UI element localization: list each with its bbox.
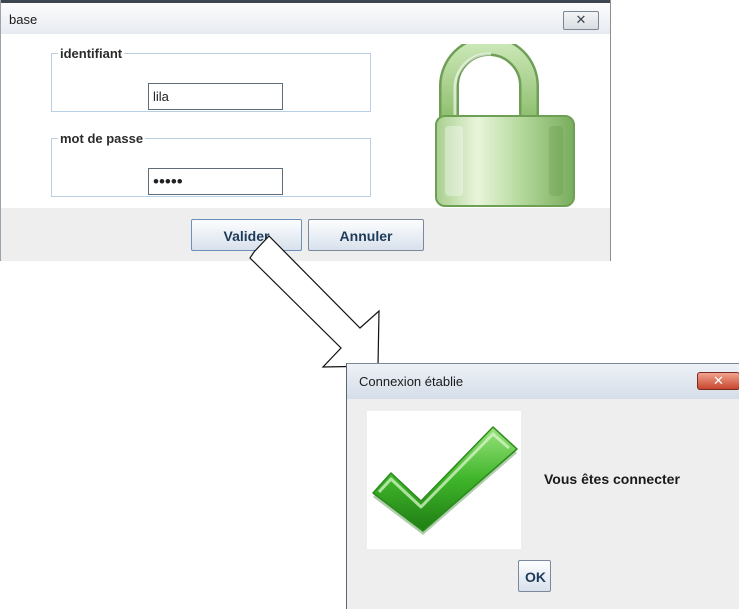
password-input[interactable] [148, 168, 283, 195]
ok-button[interactable]: OK [518, 560, 551, 592]
login-button-bar: Valider Annuler [1, 208, 610, 261]
open-padlock-icon [435, 44, 575, 207]
checkmark-panel [367, 411, 521, 549]
close-icon: ✕ [575, 12, 587, 27]
connection-message: Vous êtes connecter [544, 471, 680, 487]
confirm-dialog: Connexion établie ✕ Vous êtes connecter … [346, 363, 739, 609]
login-content: identifiant mot de passe [1, 34, 610, 208]
close-icon: ✕ [713, 373, 724, 388]
confirm-dialog-title: Connexion établie [359, 374, 464, 389]
confirm-close-button[interactable]: ✕ [697, 372, 739, 390]
identifiant-label: identifiant [60, 46, 123, 61]
login-titlebar[interactable]: base ✕ [1, 0, 610, 34]
login-window: base ✕ identifiant mot de passe [0, 0, 611, 261]
identifiant-group: identifiant [51, 46, 371, 112]
login-window-title: base [9, 12, 38, 27]
identifiant-input[interactable] [148, 83, 283, 110]
green-checkmark-icon [372, 426, 518, 535]
password-label: mot de passe [60, 131, 144, 146]
annuler-button[interactable]: Annuler [308, 219, 424, 251]
login-close-button[interactable]: ✕ [563, 11, 599, 30]
valider-button[interactable]: Valider [191, 219, 302, 251]
password-group: mot de passe [51, 131, 371, 197]
confirm-titlebar[interactable]: Connexion établie ✕ [347, 363, 739, 399]
